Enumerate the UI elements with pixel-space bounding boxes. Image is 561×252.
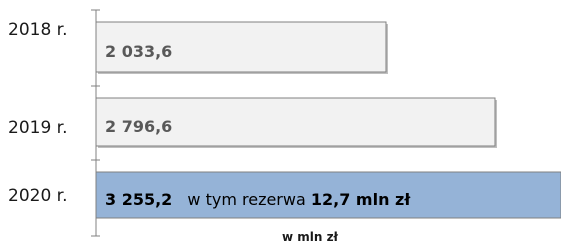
y-tick-label-2019: 2019 r. (8, 118, 68, 138)
reserve-annotation-prefix: w tym rezerwa (187, 190, 306, 209)
x-axis-label: w mln zł (281, 230, 339, 244)
data-label-2020: 3 255,2 w tym rezerwa 12,7 mln zł (105, 190, 411, 209)
chart: 2018 r. 2019 r. 2020 r. 2 033,6 2 796,6 … (0, 0, 561, 252)
data-label-2018: 2 033,6 (105, 42, 173, 61)
data-label-2019: 2 796,6 (105, 117, 173, 136)
y-tick-label-2018: 2018 r. (8, 20, 68, 40)
reserve-annotation-value: 12,7 mln zł (310, 190, 411, 209)
y-tick-label-2020: 2020 r. (8, 186, 68, 206)
